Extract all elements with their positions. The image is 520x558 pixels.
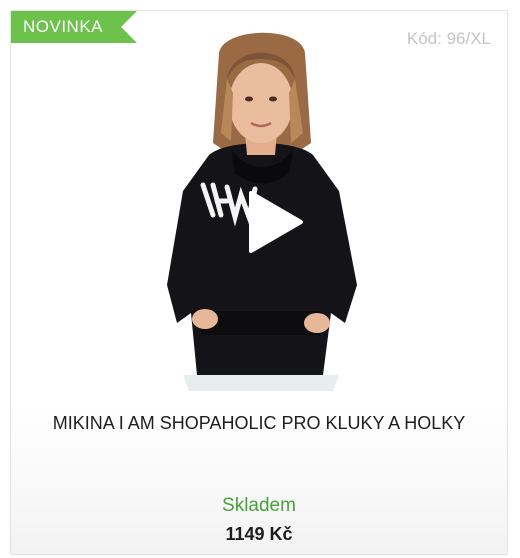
product-title[interactable]: MIKINA I AM SHOPAHOLIC PRO KLUKY A HOLKY [41, 409, 477, 437]
product-card[interactable]: NOVINKA Kód: 96/XL MIKINA I AM SHOPAHOLI… [10, 10, 508, 555]
play-icon [249, 191, 303, 253]
availability-status: Skladem [222, 495, 296, 516]
product-price: 1149 Kč [225, 524, 293, 544]
play-button[interactable] [247, 189, 305, 255]
new-badge: NOVINKA [11, 11, 137, 43]
product-code: Kód: 96/XL [406, 29, 491, 48]
